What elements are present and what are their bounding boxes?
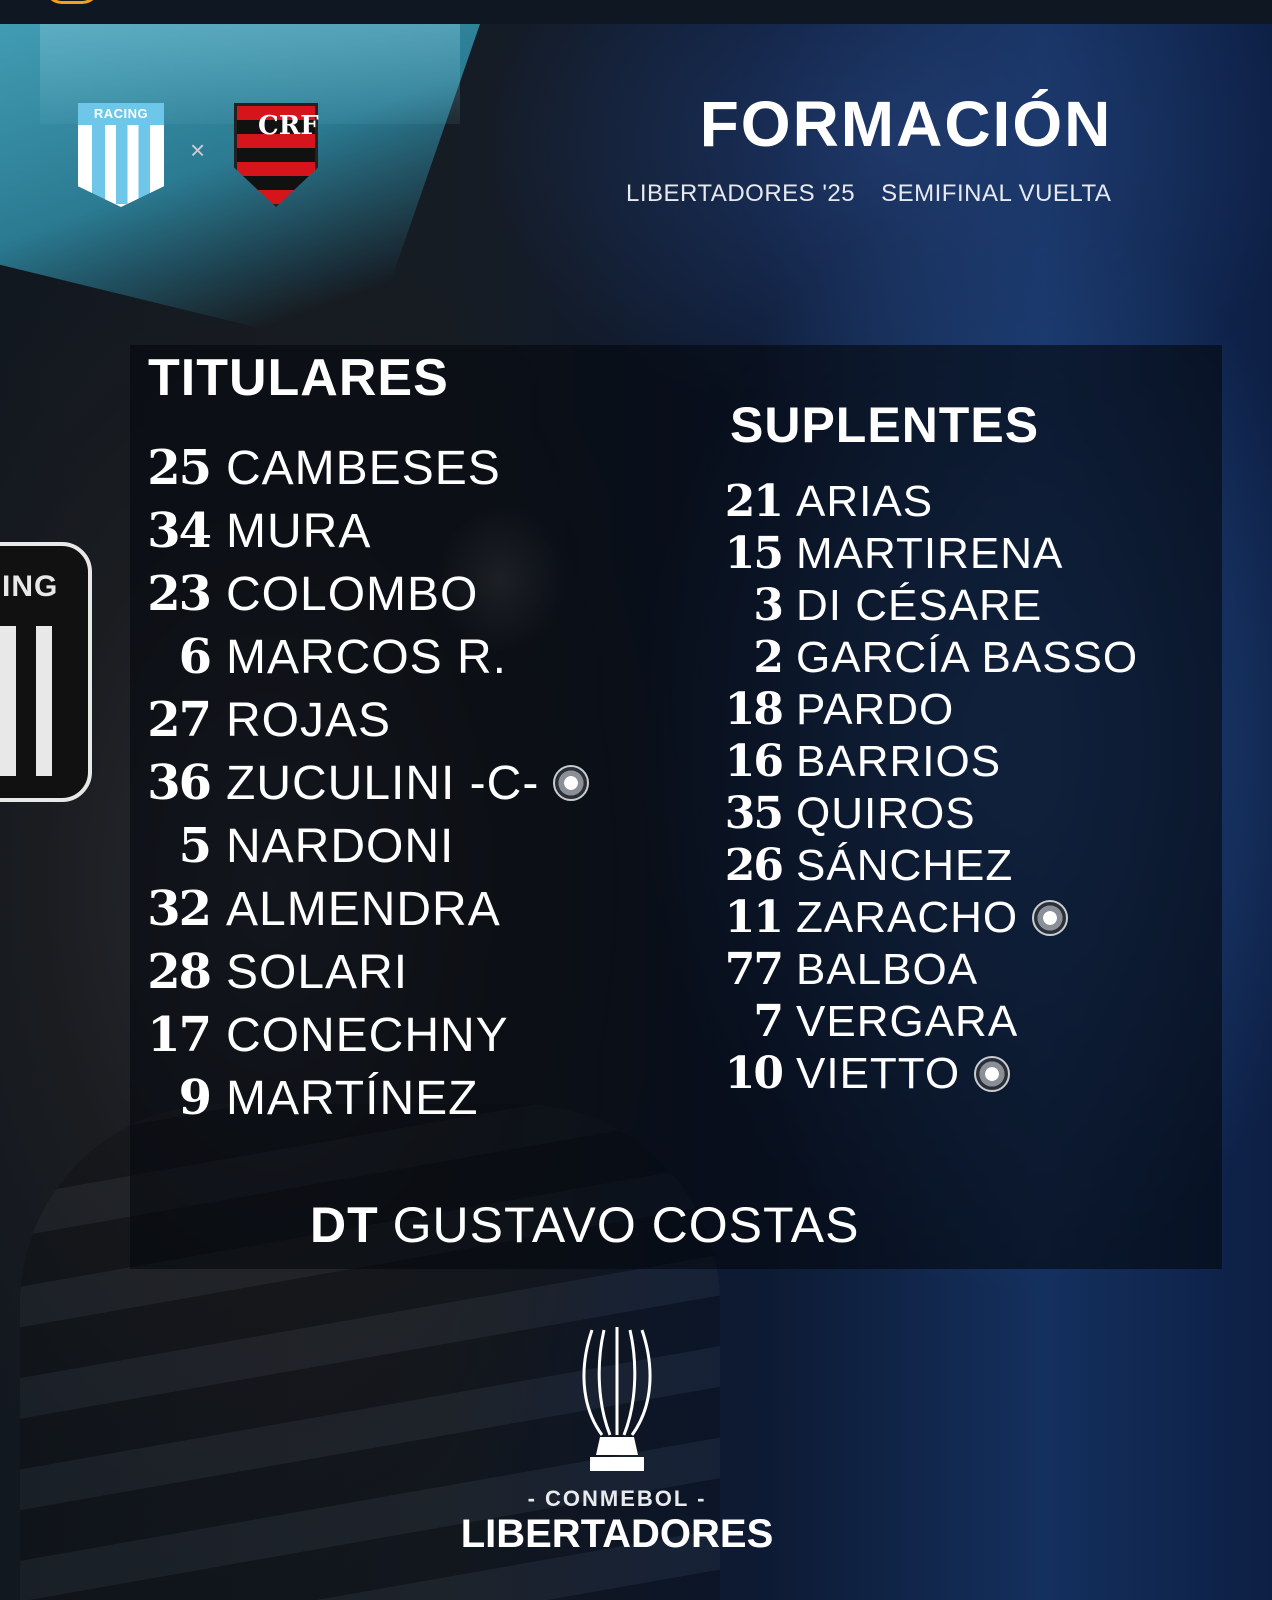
app-indicator-icon <box>44 0 100 4</box>
player-number: 35 <box>724 788 784 839</box>
player-row: 34 MURA <box>130 503 371 559</box>
player-row: 6 MARCOS R. <box>130 629 507 685</box>
player-number: 6 <box>178 629 212 685</box>
player-name: NARDONI <box>226 819 455 873</box>
stage-label: SEMIFINAL VUELTA <box>881 180 1112 207</box>
player-name: ZUCULINI -C- <box>226 756 540 810</box>
player-row: 11 ZARACHO <box>710 892 1069 943</box>
player-name: CONECHNY <box>226 1008 509 1062</box>
player-row: 3 DI CÉSARE <box>710 580 1042 631</box>
player-name: QUIROS <box>796 788 976 838</box>
player-row: 21 ARIAS <box>710 476 933 527</box>
player-number: 5 <box>178 818 212 874</box>
player-name: CAMBESES <box>226 441 501 495</box>
player-row: 25 CAMBESES <box>130 440 501 496</box>
player-row: 23 COLOMBO <box>130 566 478 622</box>
player-row: 35 QUIROS <box>710 788 976 839</box>
player-number: 15 <box>724 528 784 579</box>
page-title: FORMACIÓN <box>699 88 1113 160</box>
player-row: 2 GARCÍA BASSO <box>710 632 1138 683</box>
player-number: 28 <box>147 944 212 1000</box>
made-in-club-badge-icon <box>1032 899 1069 936</box>
player-number: 21 <box>724 476 784 527</box>
player-number: 23 <box>147 566 212 622</box>
flamengo-monogram: CRF <box>258 111 319 141</box>
player-number: 25 <box>147 440 212 496</box>
player-name: SOLARI <box>226 945 409 999</box>
player-name: MARTIRENA <box>796 528 1064 578</box>
player-name: MARCOS R. <box>226 630 508 684</box>
player-name: VERGARA <box>796 996 1019 1046</box>
player-name: VIETTO <box>796 1048 961 1098</box>
racing-crest-label: RACING <box>78 103 164 125</box>
player-number: 77 <box>724 944 784 995</box>
player-number: 34 <box>147 503 212 559</box>
player-row: 9 MARTÍNEZ <box>130 1070 478 1126</box>
player-number: 27 <box>147 692 212 748</box>
player-row: 7 VERGARA <box>710 996 1018 1047</box>
player-number: 7 <box>753 996 784 1047</box>
player-number: 17 <box>147 1007 212 1063</box>
player-row: 27 ROJAS <box>130 692 391 748</box>
versus-icon: × <box>190 135 206 165</box>
libertadores-trophy-icon <box>582 1327 652 1471</box>
match-info: LIBERTADORES '25 SEMIFINAL VUELTA <box>626 180 1206 208</box>
player-row: 15 MARTIRENA <box>710 528 1063 579</box>
player-number: 2 <box>753 632 784 683</box>
made-in-club-badge-icon <box>553 765 590 801</box>
player-name: PARDO <box>796 684 955 734</box>
made-in-club-badge-icon <box>974 1055 1011 1092</box>
competition-label: LIBERTADORES '25 <box>626 180 856 207</box>
libertadores-wordmark: LIBERTADORES <box>460 1512 774 1556</box>
player-name: ZARACHO <box>796 892 1019 942</box>
coach-name: GUSTAVO COSTAS <box>392 1197 860 1253</box>
starters-heading: TITULARES <box>148 349 449 407</box>
coach-line: DT GUSTAVO COSTAS <box>310 1196 860 1254</box>
player-name: ROJAS <box>226 693 392 747</box>
player-name: ALMENDRA <box>226 882 501 936</box>
player-row: 28 SOLARI <box>130 944 408 1000</box>
player-name: BARRIOS <box>796 736 1002 786</box>
player-row: 17 CONECHNY <box>130 1007 509 1063</box>
conmebol-label: - CONMEBOL - <box>527 1486 707 1511</box>
player-number: 18 <box>724 684 784 735</box>
player-row: 36 ZUCULINI -C- <box>130 755 590 811</box>
player-name: GARCÍA BASSO <box>796 632 1139 682</box>
player-row: 10 VIETTO <box>710 1048 1011 1099</box>
player-number: 32 <box>147 881 212 937</box>
player-number: 36 <box>147 755 212 811</box>
player-number: 26 <box>724 840 784 891</box>
player-number: 16 <box>724 736 784 787</box>
jacket-crest-icon: ING <box>0 542 92 802</box>
player-name: DI CÉSARE <box>796 580 1043 630</box>
subs-heading: SUPLENTES <box>730 397 1040 453</box>
player-row: 26 SÁNCHEZ <box>710 840 1013 891</box>
player-row: 77 BALBOA <box>710 944 978 995</box>
player-row: 18 PARDO <box>710 684 954 735</box>
player-number: 9 <box>178 1070 212 1126</box>
player-name: MURA <box>226 504 372 558</box>
player-name: SÁNCHEZ <box>796 840 1014 890</box>
player-row: 16 BARRIOS <box>710 736 1001 787</box>
player-number: 3 <box>753 580 784 631</box>
player-name: BALBOA <box>796 944 979 994</box>
player-row: 5 NARDONI <box>130 818 454 874</box>
coach-prefix: DT <box>310 1197 379 1253</box>
player-number: 11 <box>724 892 784 943</box>
player-number: 10 <box>724 1048 784 1099</box>
player-name: COLOMBO <box>226 567 479 621</box>
player-name: MARTÍNEZ <box>226 1071 479 1125</box>
status-bar <box>0 0 1272 25</box>
player-name: ARIAS <box>796 476 934 526</box>
player-row: 32 ALMENDRA <box>130 881 501 937</box>
